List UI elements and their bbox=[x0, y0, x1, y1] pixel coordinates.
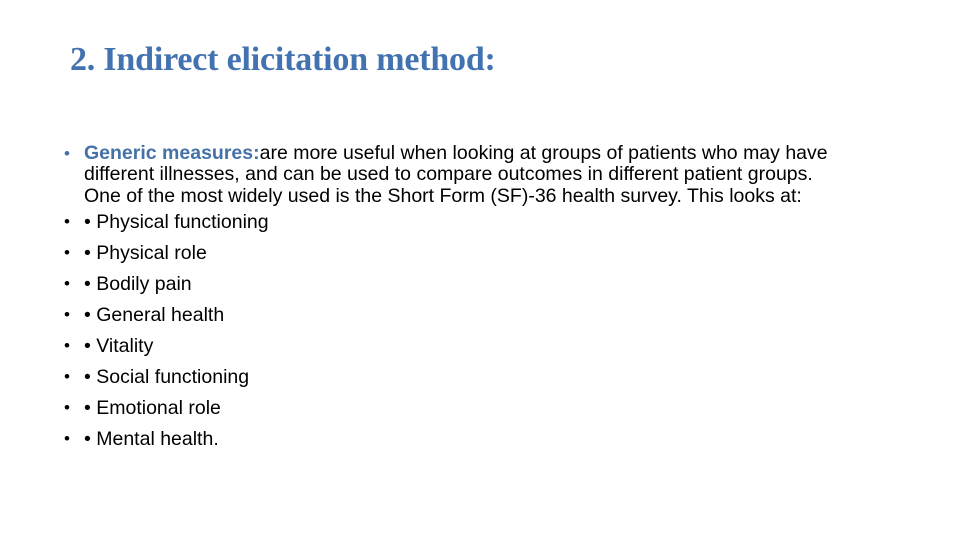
list-item: • • Physical role bbox=[64, 240, 920, 271]
bullet-icon: • bbox=[64, 335, 70, 355]
list-item-label: • Physical role bbox=[84, 241, 207, 264]
paragraph-text: Generic measures:are more useful when lo… bbox=[84, 142, 854, 207]
bullet-icon: • bbox=[64, 428, 70, 448]
slide: 2. Indirect elicitation method: • Generi… bbox=[0, 0, 960, 540]
list-item: • • Bodily pain bbox=[64, 271, 920, 302]
list-item-label: • General health bbox=[84, 303, 225, 326]
bullet-icon: • bbox=[64, 397, 70, 417]
bullet-icon: • bbox=[64, 273, 70, 293]
bullet-icon: • bbox=[64, 242, 70, 262]
list-item: • • Mental health. bbox=[64, 426, 920, 457]
bullet-icon: • bbox=[64, 366, 70, 386]
list-item: • • Vitality bbox=[64, 333, 920, 364]
list-item-label: • Physical functioning bbox=[84, 210, 269, 233]
list-item-label: • Mental health. bbox=[84, 427, 219, 450]
list-item-label: • Social functioning bbox=[84, 365, 250, 388]
slide-body: • Generic measures:are more useful when … bbox=[64, 142, 920, 457]
generic-measures-label: Generic measures: bbox=[84, 142, 260, 164]
bullet-icon: • bbox=[64, 211, 70, 231]
bullet-icon: • bbox=[64, 304, 70, 324]
bullet-icon: • bbox=[64, 144, 70, 163]
list-item: • • Physical functioning bbox=[64, 209, 920, 240]
list-item-label: • Vitality bbox=[84, 334, 154, 357]
list-item: • • Social functioning bbox=[64, 364, 920, 395]
list-item: • • General health bbox=[64, 302, 920, 333]
list-item: • • Emotional role bbox=[64, 395, 920, 426]
page-title: 2. Indirect elicitation method: bbox=[70, 41, 496, 78]
list-item-label: • Emotional role bbox=[84, 396, 221, 419]
list-item: • Generic measures:are more useful when … bbox=[64, 142, 920, 207]
list-item-label: • Bodily pain bbox=[84, 272, 192, 295]
